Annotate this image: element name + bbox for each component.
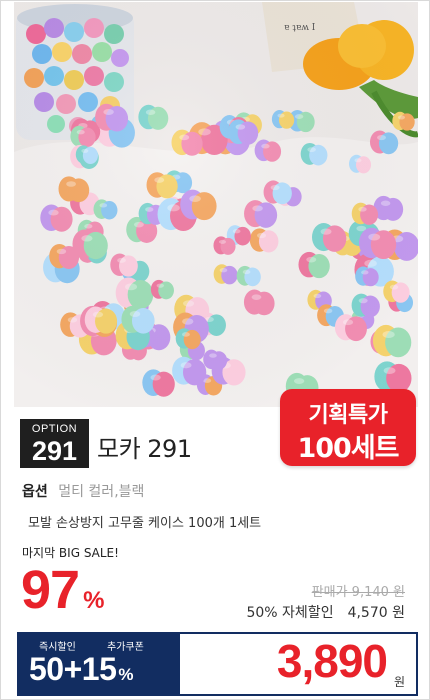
option-key: 옵션 xyxy=(22,484,48,500)
coupon-value-suffix: % xyxy=(118,665,133,684)
self-discount-price: 4,570 원 xyxy=(347,605,405,621)
product-card[interactable]: ɐ ʇɐʍ I 기획특가 100세트 OPTION 291 모카 291 옵션 … xyxy=(0,0,430,700)
product-photo[interactable]: ɐ ʇɐʍ I xyxy=(14,2,418,407)
original-price: 판매가 9,140 원 xyxy=(311,585,405,600)
option-label: OPTION xyxy=(31,423,78,435)
coupon-value-number: 50+15 xyxy=(29,651,117,687)
self-discount-text: 50% 자체할인 xyxy=(246,605,334,621)
special-offer-line1: 기획특가 xyxy=(308,403,388,428)
self-discount-row: 50% 자체할인 4,570 원 xyxy=(246,602,405,622)
option-value: 멀티 컬러,블랙 xyxy=(58,484,145,500)
option-row: 옵션 멀티 컬러,블랙 xyxy=(22,481,144,501)
final-price-unit: 원 xyxy=(393,675,405,689)
discount-percent-sign: % xyxy=(83,587,105,614)
product-title[interactable]: 모카 291 xyxy=(97,429,192,464)
final-price: 3,890 xyxy=(276,635,388,687)
special-offer-badge: 기획특가 100세트 xyxy=(280,389,416,466)
product-description: 모발 손상방지 고무줄 케이스 100개 1세트 xyxy=(28,516,262,531)
discount-percent: 97% xyxy=(21,559,104,621)
coupon-value: 50+15% xyxy=(29,651,133,688)
option-number: 291 xyxy=(31,436,78,466)
special-offer-line2: 100세트 xyxy=(297,433,399,464)
coupon-box: 즉시할인 추가쿠폰 50+15% xyxy=(17,632,180,696)
option-number-box: OPTION 291 xyxy=(20,419,89,468)
discount-percent-value: 97 xyxy=(21,560,80,620)
